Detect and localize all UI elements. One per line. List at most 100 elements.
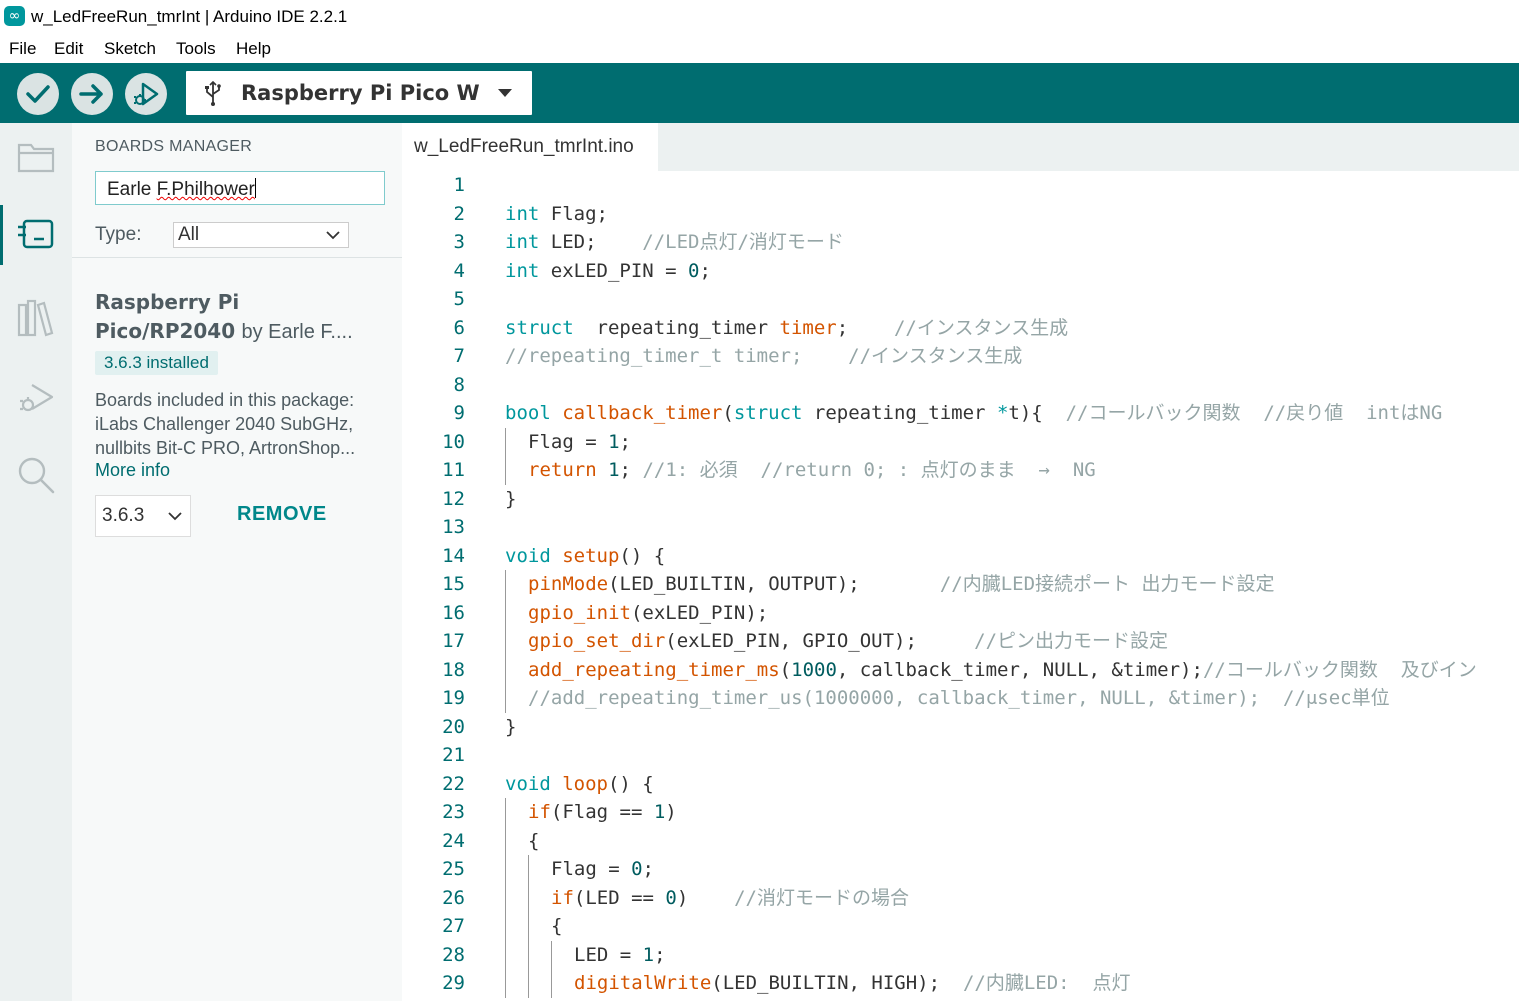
line-number: 20 (442, 715, 465, 738)
code-line[interactable]: 27 { (402, 912, 1519, 940)
line-number: 3 (453, 231, 465, 253)
sketchbook-button[interactable] (0, 127, 72, 187)
code-text: Flag = 0; (551, 858, 654, 880)
indent-guide (551, 940, 552, 998)
code-line[interactable]: 9 bool callback_timer(struct repeating_ti… (402, 399, 1519, 427)
search-value-plain: Earle (107, 179, 157, 200)
board-name: Raspberry Pi Pico W (241, 81, 480, 105)
code-text: //repeating_timer_t timer; //インスタンス生成 (505, 345, 1023, 367)
line-number: 16 (442, 601, 465, 624)
line-number: 15 (442, 573, 465, 595)
search-icon (18, 457, 55, 494)
tab-sketch-file[interactable]: w_LedFreeRun_tmrInt.ino (402, 123, 658, 171)
code-line[interactable]: 10 Flag = 1; (402, 428, 1519, 456)
code-text: return 1; //1: 必須 //return 0; : 点灯のまま → … (528, 459, 1096, 481)
library-manager-button[interactable] (0, 285, 72, 345)
code-text: int LED; //LED点灯/消灯モード (505, 231, 844, 253)
library-icon (17, 299, 54, 337)
code-line[interactable]: 4 int exLED_PIN = 0; (402, 257, 1519, 285)
debug-icon (134, 82, 159, 106)
chevron-down-icon (168, 512, 182, 521)
board-selector[interactable]: Raspberry Pi Pico W (186, 71, 532, 115)
menu-edit[interactable]: Edit (54, 39, 83, 59)
code-line[interactable]: 1 (402, 171, 1519, 199)
activity-bar (0, 123, 72, 1001)
chevron-down-icon (498, 89, 512, 97)
code-line[interactable]: 18 add_repeating_timer_ms(1000, callback_… (402, 656, 1519, 684)
line-number: 28 (442, 943, 465, 966)
code-text: { (528, 829, 540, 852)
code-text: struct repeating_timer timer; //インスタンス生成 (505, 316, 1069, 339)
code-line[interactable]: 2 int Flag; (402, 200, 1519, 228)
code-line[interactable]: 17 gpio_set_dir(exLED_PIN, GPIO_OUT); //ピ… (402, 627, 1519, 655)
usb-icon (205, 81, 221, 106)
folder-icon (17, 143, 55, 173)
title-bar: ∞ w_LedFreeRun_tmrInt | Arduino IDE 2.2.… (0, 0, 1519, 34)
boards-search-input[interactable]: Earle F.Philhower (95, 171, 385, 205)
menu-file[interactable]: File (9, 39, 36, 59)
code-line[interactable]: 20} (402, 713, 1519, 741)
type-filter-value: All (178, 224, 200, 245)
arduino-logo-icon: ∞ (4, 6, 25, 26)
code-line[interactable]: 28 LED = 1; (402, 941, 1519, 969)
code-text: gpio_init(exLED_PIN); (528, 601, 769, 624)
menu-sketch[interactable]: Sketch (104, 39, 156, 59)
debug-panel-button[interactable] (0, 365, 72, 425)
boards-manager-button[interactable] (0, 205, 75, 265)
code-line[interactable]: 16 gpio_init(exLED_PIN); (402, 599, 1519, 627)
indent-guide (505, 798, 506, 998)
code-text: pinMode(LED_BUILTIN, OUTPUT); //内臓LED接続ポ… (528, 573, 1275, 595)
more-info-link[interactable]: More info (95, 460, 170, 481)
code-editor: w_LedFreeRun_tmrInt.ino 1 2 int Flag; 3 int … (402, 123, 1519, 1001)
code-line[interactable]: 25 Flag = 0; (402, 855, 1519, 883)
toolbar: Raspberry Pi Pico W (0, 63, 1519, 123)
remove-button[interactable]: REMOVE (237, 503, 327, 526)
divider (72, 257, 402, 258)
code-line[interactable]: 3 int LED; //LED点灯/消灯モード (402, 228, 1519, 256)
code-text: if(LED == 0) //消灯モードの場合 (551, 886, 909, 909)
code-line[interactable]: 23 if(Flag == 1) (402, 798, 1519, 826)
code-area[interactable]: 1 2 int Flag; 3 int LED; //LED点灯/消灯モード 4 int e… (402, 171, 1519, 1001)
debug-button[interactable] (125, 73, 167, 115)
code-line[interactable]: 11 return 1; //1: 必須 //return 0; : 点灯のまま … (402, 456, 1519, 484)
code-text: //add_repeating_timer_us(1000000, callba… (528, 687, 1390, 709)
code-line[interactable]: 19 //add_repeating_timer_us(1000000, call… (402, 684, 1519, 712)
code-text: gpio_set_dir(exLED_PIN, GPIO_OUT); //ピン出… (528, 630, 1169, 652)
code-line[interactable]: 15 pinMode(LED_BUILTIN, OUTPUT); //内臓LED接… (402, 570, 1519, 598)
code-line[interactable]: 14 void setup() { (402, 542, 1519, 570)
indent-guide (528, 855, 529, 998)
code-line[interactable]: 24 { (402, 827, 1519, 855)
code-line[interactable]: 22 void loop() { (402, 770, 1519, 798)
chevron-down-icon (326, 231, 340, 240)
line-number: 26 (442, 886, 465, 909)
code-line[interactable]: 13 (402, 513, 1519, 541)
line-number: 4 (453, 259, 465, 282)
code-line[interactable]: 6 struct repeating_timer timer; //インスタンス生… (402, 314, 1519, 342)
package-author: by Earle F.... (241, 321, 353, 343)
code-line[interactable]: 5 (402, 285, 1519, 313)
board-icon (18, 219, 54, 249)
window-title: w_LedFreeRun_tmrInt | Arduino IDE 2.2.1 (31, 7, 348, 26)
code-text: int Flag; (505, 202, 608, 225)
installed-badge: 3.6.3 installed (95, 351, 218, 375)
code-line[interactable]: 26 if(LED == 0) //消灯モードの場合 (402, 884, 1519, 912)
upload-button[interactable] (71, 73, 113, 115)
code-line[interactable]: 12} (402, 485, 1519, 513)
code-line[interactable]: 8 (402, 371, 1519, 399)
code-text: add_repeating_timer_ms(1000, callback_ti… (528, 658, 1477, 681)
search-panel-button[interactable] (0, 443, 72, 503)
package-desc-intro: Boards included in this package: (95, 390, 355, 410)
code-line[interactable]: 29 digitalWrite(LED_BUILTIN, HIGH); //内臓L… (402, 969, 1519, 997)
package-desc-line3: nullbits Bit-C PRO, ArtronShop... (95, 438, 356, 458)
panel-title: BOARDS MANAGER (95, 138, 253, 155)
line-number: 13 (442, 516, 465, 538)
menu-help[interactable]: Help (236, 39, 271, 59)
line-number: 25 (442, 858, 465, 880)
code-line[interactable]: 7 //repeating_timer_t timer; //インスタンス生成 (402, 342, 1519, 370)
verify-button[interactable] (17, 73, 59, 115)
arrow-right-icon (79, 84, 103, 104)
version-select[interactable]: 3.6.3 (95, 495, 191, 537)
type-filter-select[interactable]: All (173, 222, 349, 248)
menu-tools[interactable]: Tools (176, 39, 216, 59)
code-line[interactable]: 21 (402, 741, 1519, 769)
